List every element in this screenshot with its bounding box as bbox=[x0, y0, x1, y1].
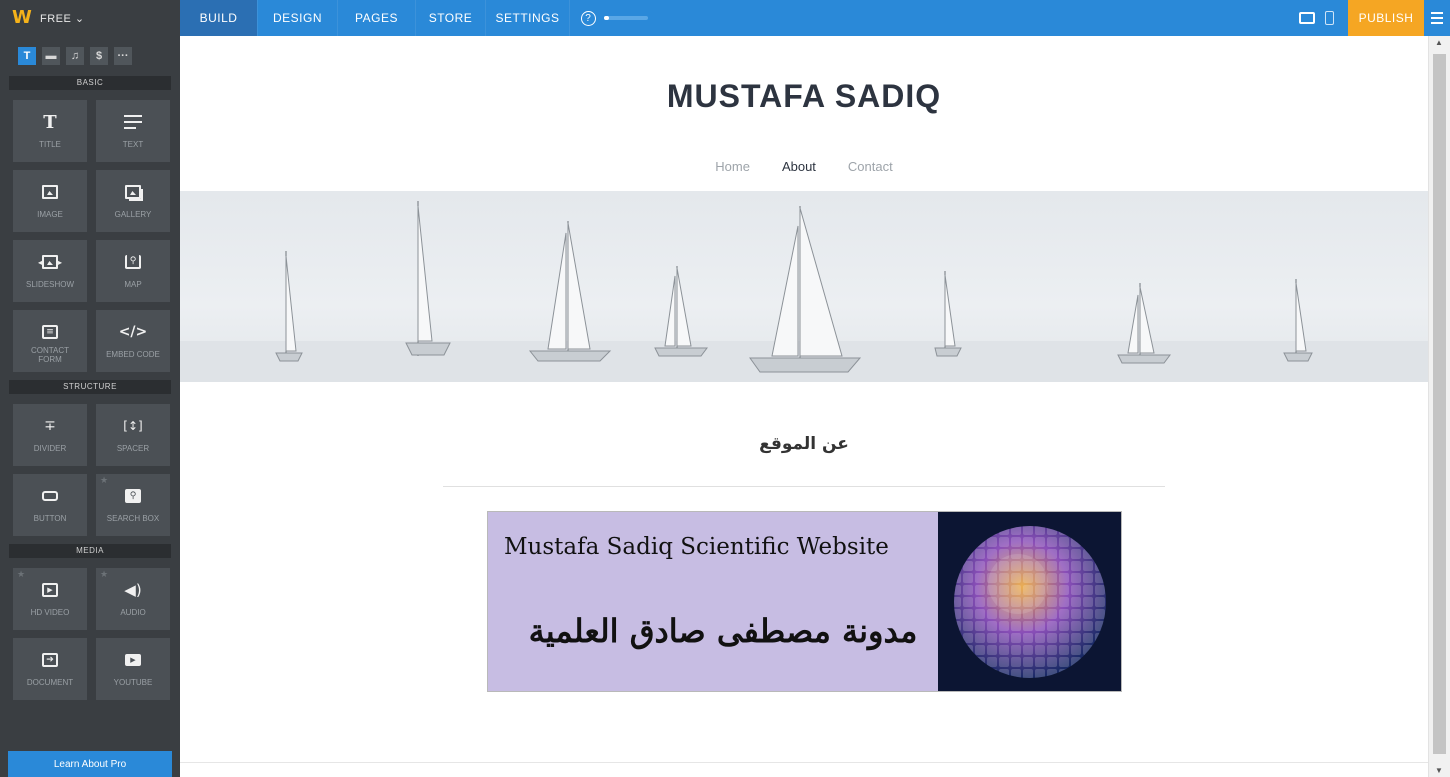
site-nav-home[interactable]: Home bbox=[715, 159, 750, 174]
footer-divider bbox=[180, 762, 1428, 763]
youtube-icon: ▶ bbox=[125, 650, 141, 670]
tab-design[interactable]: DESIGN bbox=[258, 0, 338, 36]
element-search-box[interactable]: ★ ⚲ SEARCH BOX bbox=[96, 474, 170, 536]
element-slideshow[interactable]: ◂ ▸ SLIDESHOW bbox=[13, 240, 87, 302]
gallery-icon bbox=[125, 182, 141, 202]
elements-sidebar: T ▬ ♫ $ ··· BASIC T TITLE TEXT IMAGE GAL… bbox=[0, 36, 180, 777]
audio-icon: ◀) bbox=[124, 581, 142, 599]
site-nav-about[interactable]: About bbox=[782, 159, 816, 174]
progress-fill bbox=[604, 16, 610, 20]
element-spacer[interactable]: [↕] SPACER bbox=[96, 404, 170, 466]
site-canvas[interactable]: MUSTAFA SADIQ Home About Contact عن المو… bbox=[180, 36, 1428, 777]
sailboats-illustration bbox=[180, 201, 1428, 382]
logo-text-english: Mustafa Sadiq Scientific Website bbox=[504, 534, 889, 560]
element-audio[interactable]: ★ ◀) AUDIO bbox=[96, 568, 170, 630]
tab-pages[interactable]: PAGES bbox=[338, 0, 416, 36]
desktop-view-button[interactable] bbox=[1296, 0, 1318, 36]
sailboat bbox=[405, 201, 451, 356]
element-gallery[interactable]: GALLERY bbox=[96, 170, 170, 232]
image-icon bbox=[42, 182, 58, 202]
header-banner-image[interactable] bbox=[180, 191, 1428, 382]
document-icon: ➔ bbox=[42, 650, 58, 670]
spacer-icon: [↕] bbox=[123, 419, 143, 433]
editor-toolbar: W FREE ⌄ BUILD DESIGN PAGES STORE SETTIN… bbox=[0, 0, 1450, 36]
globe-image bbox=[938, 512, 1121, 691]
button-icon bbox=[42, 486, 58, 506]
pro-star-icon: ★ bbox=[100, 475, 109, 485]
element-embed-code[interactable]: </> EMBED CODE bbox=[96, 310, 170, 372]
hamburger-icon bbox=[1431, 12, 1443, 14]
site-navigation: Home About Contact bbox=[180, 159, 1428, 174]
content-divider bbox=[443, 486, 1165, 487]
element-button[interactable]: BUTTON bbox=[13, 474, 87, 536]
editor-tabs: BUILD DESIGN PAGES STORE SETTINGS bbox=[180, 0, 570, 36]
section-structure-header: STRUCTURE bbox=[9, 380, 171, 394]
title-icon: T bbox=[43, 111, 57, 133]
embed-code-icon: </> bbox=[118, 324, 148, 340]
plan-label: FREE ⌄ bbox=[40, 12, 85, 25]
hd-video-icon: ▶ bbox=[42, 580, 58, 600]
plan-menu[interactable]: W FREE ⌄ bbox=[0, 0, 180, 36]
slideshow-icon: ◂ ▸ bbox=[38, 252, 62, 272]
sailboat bbox=[528, 221, 612, 362]
element-youtube[interactable]: ▶ YOUTUBE bbox=[96, 638, 170, 700]
scrollbar-thumb[interactable] bbox=[1433, 54, 1446, 754]
learn-about-pro-button[interactable]: Learn About Pro bbox=[8, 751, 172, 777]
tab-settings[interactable]: SETTINGS bbox=[486, 0, 570, 36]
section-media-header: MEDIA bbox=[9, 544, 171, 558]
element-title[interactable]: T TITLE bbox=[13, 100, 87, 162]
element-divider[interactable]: ∓ DIVIDER bbox=[13, 404, 87, 466]
section-basic-header: BASIC bbox=[9, 76, 171, 90]
map-icon: ⚲ bbox=[125, 252, 141, 272]
desktop-icon bbox=[1299, 12, 1315, 24]
element-text[interactable]: TEXT bbox=[96, 100, 170, 162]
search-box-icon: ⚲ bbox=[125, 486, 141, 506]
element-map[interactable]: ⚲ MAP bbox=[96, 240, 170, 302]
logo-text-arabic: مدونة مصطفى صادق العلمية bbox=[528, 612, 918, 650]
pro-star-icon: ★ bbox=[17, 569, 26, 579]
about-heading[interactable]: عن الموقع bbox=[180, 434, 1428, 454]
tab-store[interactable]: STORE bbox=[416, 0, 486, 36]
divider-icon: ∓ bbox=[44, 418, 56, 434]
tab-build[interactable]: BUILD bbox=[180, 0, 258, 36]
scroll-down-arrow-icon[interactable]: ▼ bbox=[1435, 766, 1443, 775]
help-button[interactable]: ? bbox=[576, 0, 600, 36]
category-layout-tab[interactable]: ▬ bbox=[42, 47, 60, 65]
site-title[interactable]: MUSTAFA SADIQ bbox=[180, 78, 1428, 115]
element-category-tabs: T ▬ ♫ $ ··· bbox=[0, 36, 180, 76]
text-icon bbox=[124, 112, 142, 132]
setup-progress-bar bbox=[604, 16, 648, 20]
help-icon: ? bbox=[580, 10, 596, 26]
contact-form-icon: ≡ bbox=[42, 322, 58, 342]
category-more-tab[interactable]: ··· bbox=[114, 47, 132, 65]
menu-button[interactable] bbox=[1424, 0, 1450, 36]
weebly-logo-icon: W bbox=[12, 7, 32, 28]
publish-button[interactable]: PUBLISH bbox=[1348, 0, 1424, 36]
pro-star-icon: ★ bbox=[100, 569, 109, 579]
site-nav-contact[interactable]: Contact bbox=[848, 159, 893, 174]
category-basic-tab[interactable]: T bbox=[18, 47, 36, 65]
scroll-up-arrow-icon[interactable]: ▲ bbox=[1435, 38, 1443, 47]
category-media-tab[interactable]: ♫ bbox=[66, 47, 84, 65]
app-icons-globe-icon bbox=[954, 526, 1106, 678]
site-logo-image[interactable]: Mustafa Sadiq Scientific Website مدونة م… bbox=[487, 511, 1122, 692]
category-commerce-tab[interactable]: $ bbox=[90, 47, 108, 65]
element-image[interactable]: IMAGE bbox=[13, 170, 87, 232]
mobile-icon bbox=[1324, 11, 1334, 25]
element-document[interactable]: ➔ DOCUMENT bbox=[13, 638, 87, 700]
element-hd-video[interactable]: ★ ▶ HD VIDEO bbox=[13, 568, 87, 630]
mobile-view-button[interactable] bbox=[1318, 0, 1340, 36]
element-contact-form[interactable]: ≡ CONTACT FORM bbox=[13, 310, 87, 372]
canvas-scrollbar[interactable]: ▲ ▼ bbox=[1428, 36, 1450, 777]
